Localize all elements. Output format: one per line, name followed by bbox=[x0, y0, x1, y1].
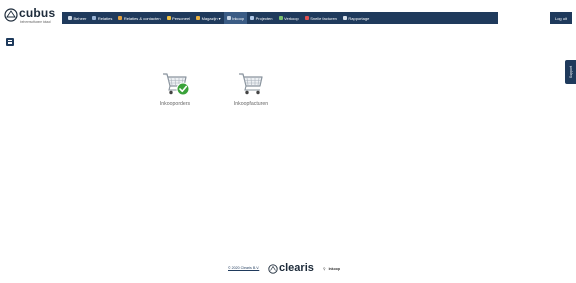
users-icon bbox=[92, 16, 97, 20]
sales-icon bbox=[278, 16, 283, 20]
tile-label: Inkooporders bbox=[159, 101, 191, 107]
shopping-cart-check-icon bbox=[163, 73, 190, 96]
nav-item-label: Inkoop bbox=[232, 15, 245, 21]
search-icon: ⚲ bbox=[323, 267, 326, 271]
nav-item-label: Snelle facturen bbox=[310, 15, 337, 21]
nav-item-label: Relaties & contacten bbox=[123, 15, 161, 21]
nav-item-inkoop[interactable]: Inkoop bbox=[223, 12, 248, 24]
nav-item-label: Relaties bbox=[97, 15, 113, 21]
logout-button[interactable]: Log uit bbox=[550, 12, 572, 24]
cubus-logo[interactable]: cubus beheersoftware totaal bbox=[4, 6, 60, 26]
nav-item-relaties[interactable]: Relaties bbox=[89, 12, 115, 24]
nav-item-label: Rapportage bbox=[348, 15, 370, 21]
logo-tagline: beheersoftware totaal bbox=[20, 20, 51, 24]
footer-section-text: Inkoop bbox=[328, 267, 341, 271]
clearis-logo-icon bbox=[268, 264, 278, 274]
support-tab[interactable]: Support bbox=[565, 60, 576, 84]
support-label: Support bbox=[568, 65, 573, 79]
nav-item-label: Projecten bbox=[255, 15, 273, 21]
nav-item-label: Magazijn bbox=[201, 15, 218, 21]
nav-item-label: Personeel bbox=[172, 15, 191, 21]
tile-label: Inkoopfacturen bbox=[233, 101, 269, 107]
cart-icon bbox=[226, 16, 231, 20]
nav-item-label: Beheer bbox=[73, 15, 87, 21]
footer: © 2020 Clearis B.V. clearis ⚲ Inkoop bbox=[0, 262, 576, 276]
copyright-link[interactable]: © 2020 Clearis B.V. bbox=[228, 266, 259, 270]
logo-wordmark: cubus bbox=[19, 6, 56, 20]
nav-item-label: Verkoop bbox=[284, 15, 299, 21]
nav-item-snelle-facturen[interactable]: Snelle facturen bbox=[302, 12, 340, 24]
nav-item-projecten[interactable]: Projecten bbox=[247, 12, 275, 24]
nav-item-magazijn[interactable]: Magazijn ▾ bbox=[193, 12, 224, 24]
clearis-wordmark: clearis bbox=[279, 262, 314, 274]
menu-toggle-button[interactable] bbox=[6, 38, 14, 46]
tile-inkooporders[interactable]: Inkooporders bbox=[150, 68, 200, 114]
gear-icon bbox=[68, 16, 72, 20]
chevron-down-icon: ▾ bbox=[218, 15, 221, 21]
projects-icon bbox=[250, 16, 255, 20]
nav-item-beheer[interactable]: Beheer bbox=[65, 12, 89, 24]
cubus-logo-icon bbox=[4, 8, 18, 22]
staff-icon bbox=[166, 16, 171, 20]
tile-inkoopfacturen[interactable]: Inkoopfacturen bbox=[226, 68, 276, 114]
invoice-icon bbox=[304, 16, 309, 20]
nav-item-verkoop[interactable]: Verkoop bbox=[276, 12, 302, 24]
contacts-icon bbox=[118, 16, 123, 20]
report-icon bbox=[342, 16, 347, 20]
nav-item-relaties-contacten[interactable]: Relaties & contacten bbox=[115, 12, 163, 24]
shopping-cart-icon bbox=[239, 73, 263, 95]
warehouse-icon bbox=[196, 16, 201, 20]
nav-item-personeel[interactable]: Personeel bbox=[164, 12, 194, 24]
nav-item-rapportage[interactable]: Rapportage bbox=[340, 12, 372, 24]
main-navigation: Beheer Relaties Relaties & contacten Per… bbox=[62, 12, 498, 24]
footer-section-label: ⚲ Inkoop bbox=[323, 267, 340, 271]
